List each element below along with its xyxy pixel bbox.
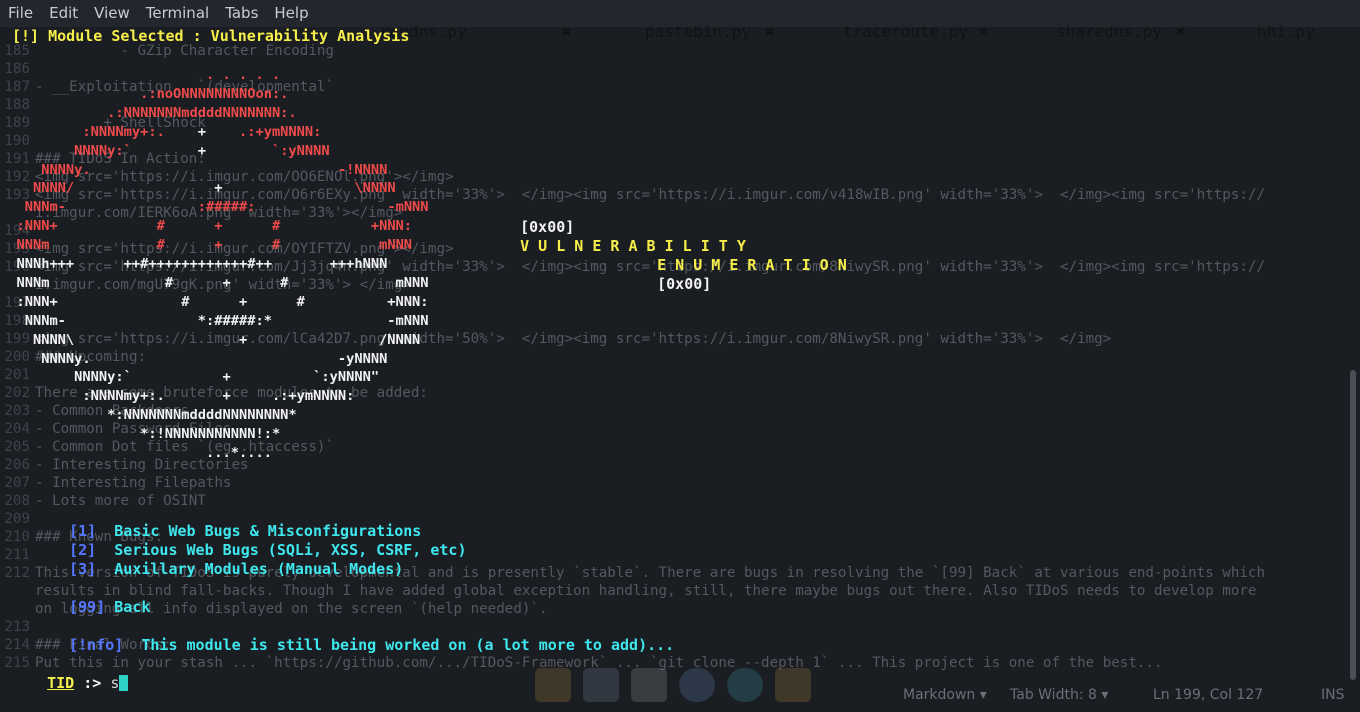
ascii-art-line: :NNNNmy+:. + .:+ymNNNN: [0, 123, 322, 140]
language-label: Markdown [903, 687, 976, 703]
tab-width-selector[interactable]: Tab Width: 8 ▾ [1010, 687, 1108, 703]
ascii-art-line: .:noONNNNNNNNOon:. [0, 85, 289, 102]
cursor-position: Ln 199, Col 127 [1153, 687, 1264, 703]
ascii-art-line: .:NNNNNNNmddddNNNNNNN:. [0, 104, 297, 121]
option-label: Back [114, 598, 151, 616]
ascii-art-line: NNNm- :#####: -mNNN [0, 199, 429, 216]
banner-tag-1: [0x00] [520, 218, 575, 236]
ascii-art-line: NNNNy. -yNNNN [0, 350, 388, 367]
info-tag: [!nfo] [69, 636, 124, 654]
ascii-art-line: :NNNNmy+:. + .:+ymNNNN: [0, 388, 355, 405]
chevron-down-icon: ▾ [979, 687, 987, 703]
info-text: This module is still being worked on (a … [141, 636, 675, 654]
ascii-art-line: :NNN+ # + # +NNN: [0, 293, 429, 310]
banner-line-2: E N U M E R A T I O N [0x00] [621, 237, 847, 313]
ascii-art-line: . . . . . [0, 67, 281, 83]
chevron-down-icon: ▾ [1101, 687, 1109, 703]
ascii-art-line: NNNNy:` + `:yNNNN [0, 142, 330, 159]
option-label: Auxillary Modules (Manual Modes) [114, 560, 404, 578]
banner-word-enumeration: E N U M E R A T I O N [657, 256, 847, 274]
ascii-art-line: NNNm # + # mNNN [0, 237, 413, 254]
option-number: [99] [69, 598, 106, 616]
ascii-art-line: *:NNNNNNNmddddNNNNNNNN* [0, 407, 297, 424]
ascii-art-line: NNNm- *:#####:* -mNNN [0, 312, 429, 329]
ascii-art-line: NNNh+++ ++#++++++++++++#++ +++hNNN [0, 256, 388, 272]
ascii-art-line: NNNN\ + /NNNN [0, 331, 421, 348]
language-selector[interactable]: Markdown ▾ [903, 687, 987, 703]
ascii-art-line: NNNNy. -!NNNN [0, 161, 388, 178]
insert-mode: INS [1321, 687, 1345, 703]
ascii-art-line: NNNm # + # mNNN [0, 274, 429, 291]
ascii-art-line: ...*.... [0, 445, 272, 461]
ascii-art-line: :NNN+ # + # +NNN: [0, 218, 413, 235]
ascii-art-line: *:!NNNNNNNNNNN!:* [0, 426, 281, 443]
ascii-art-line: NNNNy:` + `:yNNNN" [0, 369, 380, 386]
module-header: [!] Module Selected : Vulnerability Anal… [12, 27, 410, 45]
option-number: [3] [69, 560, 97, 578]
banner-tag-2: [0x00] [657, 275, 712, 293]
terminal: [!] Module Selected : Vulnerability Anal… [0, 0, 1360, 709]
statusbar: Markdown ▾ Tab Width: 8 ▾ Ln 199, Col 12… [0, 682, 1360, 709]
tab-width-label: Tab Width: 8 [1010, 687, 1097, 703]
ascii-art-line: NNNN/ + \NNNN [0, 180, 396, 197]
info-line: [!nfo] This module is still being worked… [33, 617, 674, 674]
